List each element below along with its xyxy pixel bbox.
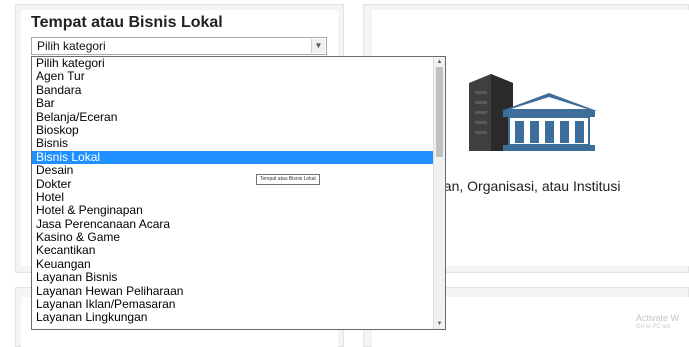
option-list: Pilih kategori Agen Tur Bandara Bar Belanja/… bbox=[32, 57, 445, 325]
dropdown-option[interactable]: Bar bbox=[32, 96, 445, 110]
category-caption[interactable]: aan, Organisasi, atau Institusi bbox=[436, 178, 620, 194]
category-select[interactable]: Pilih kategori ▼ bbox=[31, 37, 327, 55]
dropdown-option[interactable]: Hotel bbox=[32, 190, 445, 204]
scroll-up-arrow-icon[interactable]: ▲ bbox=[434, 57, 445, 67]
dropdown-option[interactable]: Dokter bbox=[32, 177, 445, 191]
building-institution-icon bbox=[469, 74, 597, 151]
activation-watermark: Activate W bbox=[636, 313, 680, 323]
dropdown-option[interactable]: Belanja/Eceran bbox=[32, 110, 445, 124]
scroll-down-arrow-icon[interactable]: ▼ bbox=[434, 319, 445, 329]
dropdown-option[interactable]: Layanan Hewan Peliharaan bbox=[32, 284, 445, 298]
dropdown-option[interactable]: Bioskop bbox=[32, 123, 445, 137]
section-title: Tempat atau Bisnis Lokal bbox=[31, 14, 223, 31]
category-select-value: Pilih kategori bbox=[37, 39, 106, 53]
dropdown-option[interactable]: Jasa Perencanaan Acara bbox=[32, 217, 445, 231]
dropdown-option[interactable]: Bandara bbox=[32, 83, 445, 97]
dropdown-scrollbar[interactable]: ▲ ▼ bbox=[433, 57, 445, 329]
dropdown-option[interactable]: Hotel & Penginapan bbox=[32, 203, 445, 217]
scrollbar-thumb[interactable] bbox=[436, 67, 443, 157]
dropdown-option[interactable]: Layanan Iklan/Pemasaran bbox=[32, 297, 445, 311]
activation-watermark-subtext: Go to PC set bbox=[636, 324, 671, 330]
dropdown-option[interactable]: Pilih kategori bbox=[32, 57, 445, 70]
dropdown-option[interactable]: Layanan Bisnis bbox=[32, 270, 445, 284]
dropdown-option[interactable]: Agen Tur bbox=[32, 69, 445, 83]
dropdown-option[interactable]: Desain bbox=[32, 163, 445, 177]
dropdown-option[interactable]: Kecantikan bbox=[32, 244, 445, 258]
dropdown-option[interactable]: Layanan Lingkungan bbox=[32, 311, 445, 325]
dropdown-option[interactable]: Bisnis Lokal bbox=[32, 150, 445, 165]
dropdown-option[interactable]: Kasino & Game bbox=[32, 230, 445, 244]
dropdown-option[interactable]: Keuangan bbox=[32, 257, 445, 271]
dropdown-option[interactable]: Bisnis bbox=[32, 136, 445, 150]
option-tooltip: Tempat atau Bisnis Lokal bbox=[256, 174, 320, 185]
category-dropdown-list[interactable]: Pilih kategori Agen Tur Bandara Bar Belanja/… bbox=[31, 56, 446, 330]
chevron-down-icon[interactable]: ▼ bbox=[311, 39, 325, 53]
